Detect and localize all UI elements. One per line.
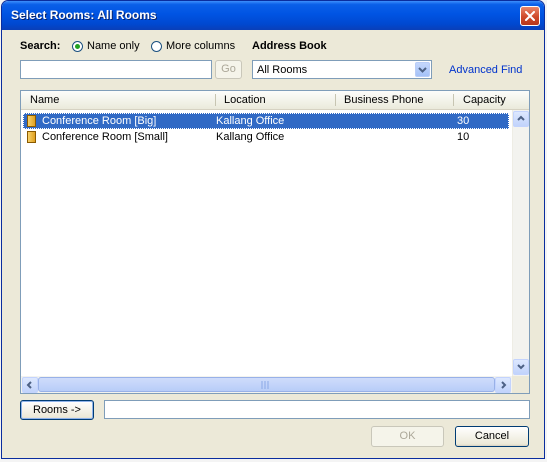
room-location: Kallang Office [216,115,285,127]
room-row[interactable]: Conference Room [Big] Kallang Office 30 [23,113,509,129]
room-name: Conference Room [Big] [42,115,157,127]
address-book-select[interactable]: All Rooms [252,60,432,79]
rooms-button-label: Rooms -> [33,404,81,416]
cancel-button[interactable]: Cancel [455,426,529,447]
scroll-up-button[interactable] [513,111,529,127]
more-columns-label[interactable]: More columns [166,40,235,52]
room-name: Conference Room [Small] [42,131,168,143]
rooms-button[interactable]: Rooms -> [20,400,94,420]
room-location: Kallang Office [216,131,285,143]
more-columns-radio[interactable] [151,41,162,52]
scrollbar-corner [512,376,529,393]
column-business-phone[interactable]: Business Phone [344,94,424,106]
column-location[interactable]: Location [224,94,266,106]
go-button[interactable]: Go [215,60,242,79]
column-divider[interactable] [335,94,336,106]
chevron-up-icon [517,115,525,121]
go-button-label: Go [221,63,236,75]
room-icon [27,115,36,127]
room-capacity: 30 [457,115,470,127]
ok-button[interactable]: OK [371,426,444,447]
scroll-left-button[interactable] [22,377,38,393]
room-capacity: 10 [457,131,470,143]
grip-icon [261,381,269,389]
window-title: Select Rooms: All Rooms [11,8,157,22]
column-name[interactable]: Name [30,94,59,106]
scroll-thumb[interactable] [38,377,495,392]
cancel-button-label: Cancel [474,430,510,442]
name-only-label[interactable]: Name only [87,40,140,52]
close-icon [525,11,535,21]
address-book-value: All Rooms [257,64,308,76]
vertical-scrollbar[interactable] [512,110,529,376]
rooms-input[interactable] [104,400,530,419]
address-book-label: Address Book [252,40,327,52]
column-capacity[interactable]: Capacity [463,94,506,106]
rooms-list[interactable]: Name Location Business Phone Capacity Co… [20,90,530,394]
chevron-right-icon [501,381,507,389]
column-divider[interactable] [215,94,216,106]
scroll-down-button[interactable] [513,359,529,375]
search-label: Search: [20,40,61,52]
close-button[interactable] [520,6,540,26]
search-input[interactable] [20,60,212,79]
column-header: Name Location Business Phone Capacity [21,91,529,110]
scroll-right-button[interactable] [495,377,511,393]
select-rooms-dialog: Select Rooms: All Rooms Search: Name onl… [1,0,545,459]
advanced-find-link[interactable]: Advanced Find [449,64,522,76]
chevron-down-icon [418,67,427,73]
column-divider[interactable] [453,94,454,106]
room-row[interactable]: Conference Room [Small] Kallang Office 1… [23,129,509,145]
name-only-radio[interactable] [72,41,83,52]
dropdown-arrow-button[interactable] [415,62,430,77]
room-icon [27,131,36,143]
title-bar[interactable]: Select Rooms: All Rooms [2,1,544,30]
horizontal-scrollbar[interactable] [21,376,512,393]
chevron-down-icon [517,364,525,370]
ok-button-label: OK [399,430,416,442]
chevron-left-icon [26,381,32,389]
